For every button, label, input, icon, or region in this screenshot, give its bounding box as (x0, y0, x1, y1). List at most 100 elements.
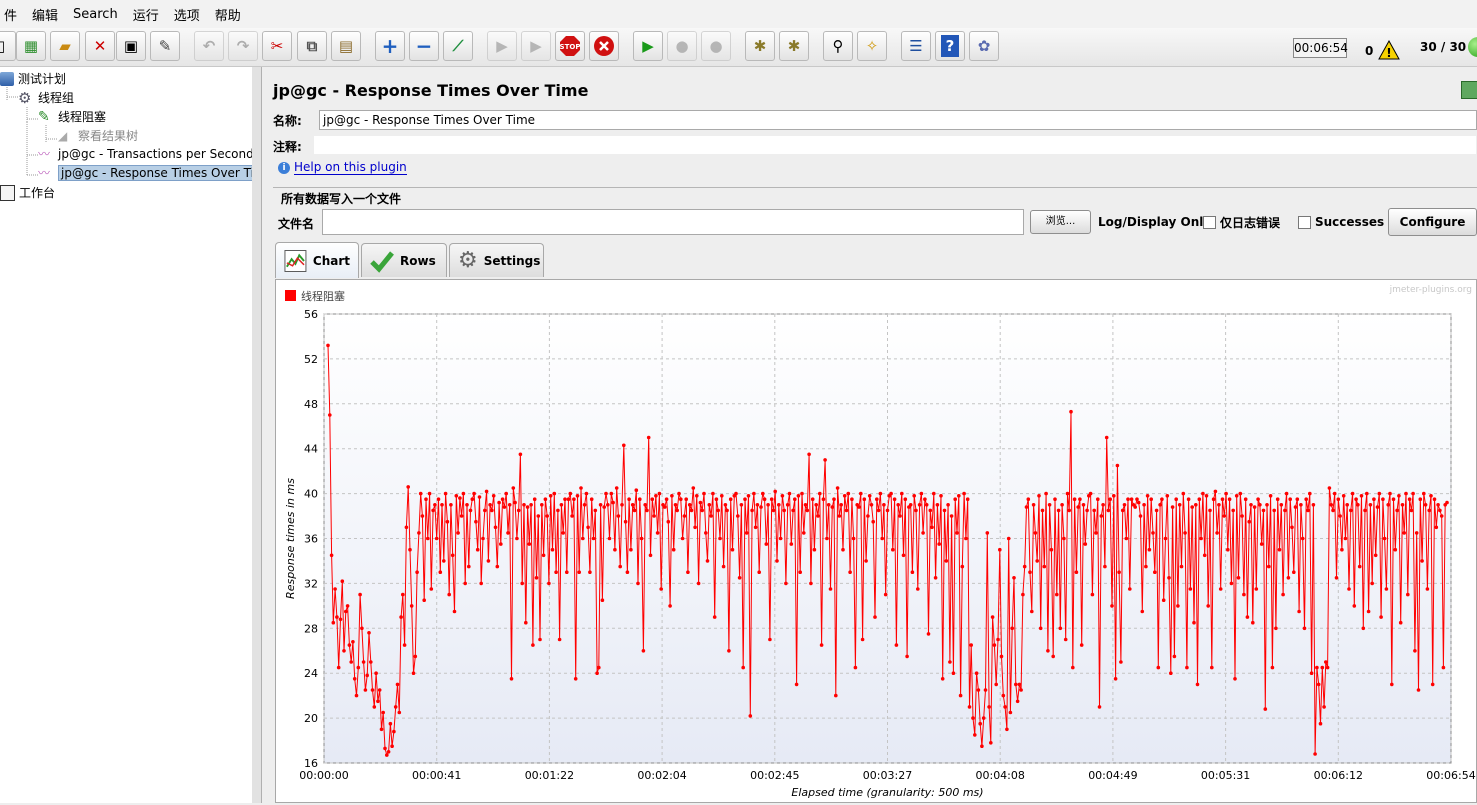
reset-search-icon[interactable]: ✧ (857, 31, 887, 61)
data-point (1128, 587, 1132, 591)
cut-icon[interactable]: ✂ (262, 31, 292, 61)
data-point (1340, 547, 1344, 552)
data-point (810, 497, 815, 501)
data-point (367, 631, 371, 635)
tree-item-tps[interactable]: 〰 jp@gc - Transactions per Second (38, 146, 254, 162)
menu-item-3[interactable]: 运行 (129, 5, 163, 24)
data-point (789, 542, 794, 546)
data-point (1035, 559, 1039, 563)
new-icon[interactable]: ▯ (0, 31, 16, 61)
open-icon[interactable]: ▰ (50, 31, 80, 61)
data-point (721, 564, 726, 569)
tree-item-test-plan[interactable]: 测试计划 (0, 70, 66, 87)
data-point (823, 458, 827, 462)
data-point (914, 508, 918, 513)
search-icon[interactable]: ⚲ (823, 31, 853, 61)
data-point (1053, 497, 1057, 501)
data-point (593, 508, 598, 513)
redo-icon[interactable]: ↷ (228, 31, 258, 61)
data-point (354, 693, 359, 698)
data-point (1174, 497, 1178, 501)
data-point (613, 547, 617, 552)
clear-all-icon[interactable]: ✱ (779, 31, 809, 61)
tree-item-thread-block[interactable]: ✎ 线程阻塞 (38, 108, 106, 125)
remote-start-icon[interactable]: ▶ (633, 31, 663, 61)
errors-only-checkbox[interactable] (1203, 216, 1216, 229)
shutdown-icon[interactable] (589, 31, 619, 61)
data-point (835, 486, 840, 490)
tree-item-workbench[interactable]: 工作台 (0, 184, 55, 201)
data-point (417, 531, 421, 535)
templates-icon[interactable]: ▦ (16, 31, 46, 61)
data-point (725, 508, 729, 513)
clear-icon[interactable]: ✱ (745, 31, 775, 61)
paste-icon[interactable]: ▤ (331, 31, 361, 61)
legend-label: 线程阻塞 (301, 289, 345, 303)
menu-item-5[interactable]: 帮助 (211, 5, 245, 24)
data-point (712, 615, 717, 619)
comment-field[interactable] (313, 135, 1477, 155)
tree-item-response-times[interactable]: 〰 jp@gc - Response Times Over Tim (38, 165, 269, 181)
save-as-icon[interactable]: ✎ (150, 31, 180, 61)
data-point (750, 508, 754, 513)
data-point (759, 505, 763, 509)
expand-icon[interactable]: + (375, 31, 405, 61)
tab-rows[interactable]: Rows (361, 243, 447, 277)
browse-button[interactable]: 浏览... (1030, 210, 1091, 234)
data-point (545, 514, 549, 518)
menu-item-4[interactable]: 选项 (170, 5, 204, 24)
collapse-icon[interactable]: − (409, 31, 439, 61)
data-point (803, 503, 808, 507)
save-icon[interactable]: ▣ (116, 31, 146, 61)
data-point (1170, 505, 1175, 509)
data-point (518, 452, 523, 457)
data-point (511, 486, 516, 490)
tree-item-view-results-tree[interactable]: ◢ 察看结果树 (58, 127, 138, 144)
data-point (1302, 626, 1307, 631)
stop-icon[interactable]: STOP (555, 31, 585, 61)
data-point (1144, 564, 1148, 569)
configure-button[interactable]: Configure (1388, 208, 1477, 236)
copy-icon[interactable]: ⧉ (297, 31, 327, 61)
data-point (1304, 497, 1308, 501)
maximize-icon[interactable] (1461, 81, 1477, 99)
menu-item-0[interactable]: 件 (0, 5, 21, 24)
data-point (556, 508, 560, 513)
start-icon[interactable]: ▶ (487, 31, 517, 61)
data-point (509, 677, 514, 681)
close-file-icon[interactable]: ✕ (85, 31, 115, 61)
tab-chart[interactable]: Chart (275, 242, 359, 278)
tree-item-thread-group[interactable]: ⚙ 线程组 (18, 89, 74, 106)
menu-item-1[interactable]: 编辑 (28, 5, 62, 24)
remote-stop-icon[interactable]: ● (667, 31, 697, 61)
data-point (1190, 505, 1194, 509)
help-icon[interactable]: ? (935, 31, 965, 61)
filename-input[interactable] (322, 209, 1024, 235)
menu-item-2[interactable]: Search (69, 7, 122, 22)
data-point (1350, 491, 1355, 496)
data-point (440, 503, 444, 507)
tab-settings[interactable]: ⚙ Settings (449, 243, 544, 277)
data-point (1275, 497, 1280, 501)
name-field[interactable]: jp@gc - Response Times Over Time (319, 110, 1477, 130)
splitter-handle[interactable] (252, 67, 262, 803)
data-point (684, 497, 688, 501)
settings-icon[interactable]: ✿ (969, 31, 999, 61)
data-point (1065, 491, 1070, 496)
data-point (573, 677, 578, 681)
start-no-pause-icon[interactable]: ▶ (521, 31, 551, 61)
help-link[interactable]: i Help on this plugin (278, 160, 407, 175)
remote-shutdown-icon[interactable]: ● (701, 31, 731, 61)
function-helper-icon[interactable]: ☰ (901, 31, 931, 61)
successes-checkbox[interactable] (1298, 216, 1311, 229)
undo-icon[interactable]: ↶ (194, 31, 224, 61)
data-point (1349, 508, 1353, 513)
data-point (1365, 491, 1369, 496)
data-point (1283, 508, 1287, 513)
data-point (499, 542, 503, 546)
toggle-icon[interactable]: ⟋ (443, 31, 473, 61)
data-point (1197, 497, 1202, 501)
data-point (1425, 587, 1430, 591)
data-point (794, 682, 799, 687)
data-point (1315, 665, 1319, 670)
